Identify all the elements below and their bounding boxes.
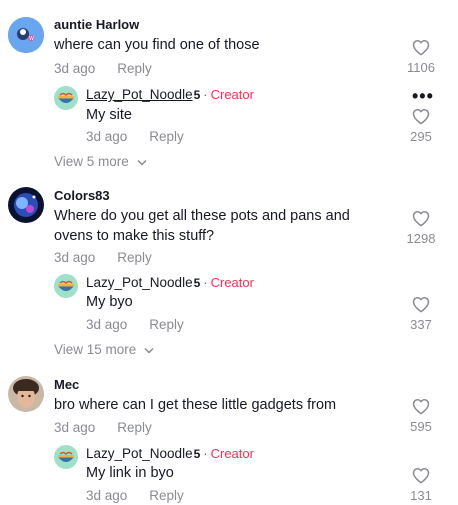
svg-text:W: W: [29, 36, 34, 42]
comment-username[interactable]: auntie Harlow: [54, 17, 139, 32]
view-more-replies[interactable]: View 15 more: [54, 342, 154, 357]
reply-time: 3d ago: [86, 488, 128, 503]
chevron-down-icon: [137, 159, 147, 166]
comment-text: bro where can I get these little gadgets…: [54, 395, 336, 415]
reply-username-text[interactable]: Lazy_Pot_Noodle: [86, 87, 193, 102]
reply-text: My site: [86, 107, 132, 123]
comment-username[interactable]: Mec: [54, 377, 79, 392]
reply-avatar[interactable]: [54, 445, 78, 469]
like-button[interactable]: 295: [401, 108, 441, 144]
like-count: 131: [410, 488, 432, 503]
reply-button[interactable]: Reply: [117, 61, 152, 76]
view-more-label: View 15 more: [54, 342, 137, 357]
comment-text-line: bro where can I get these little gadgets…: [54, 397, 337, 413]
view-more-label: View 5 more: [54, 154, 129, 169]
like-count: 1298: [406, 231, 436, 246]
avatar-image: W: [8, 17, 44, 53]
reply-button[interactable]: Reply: [117, 250, 152, 265]
creator-label: Creator: [210, 275, 254, 290]
comment-time: 3d ago: [54, 420, 96, 435]
avatar-image: [8, 376, 44, 412]
badge-icon: 5: [193, 447, 201, 461]
comment-username[interactable]: Colors83: [54, 188, 110, 203]
avatar[interactable]: [8, 376, 44, 412]
like-button[interactable]: 1106: [401, 39, 441, 75]
reply-text: My link in byo: [86, 465, 174, 481]
comment-text: where can you find one of those: [54, 35, 260, 55]
like-button[interactable]: 595: [401, 398, 441, 434]
comment-text-line: where can you find one of those: [54, 37, 260, 53]
comment-time: 3d ago: [54, 250, 96, 265]
reply-avatar[interactable]: [54, 274, 78, 298]
reply-username-text[interactable]: Lazy_Pot_Noodle: [86, 275, 193, 290]
like-count: 337: [410, 317, 432, 332]
reply-username-text[interactable]: Lazy_Pot_Noodle: [86, 446, 193, 461]
comment-text-line: ovens to make this stuff?: [54, 228, 215, 244]
separator-dot: ·: [203, 87, 208, 102]
more-horizontal-icon[interactable]: •••: [412, 87, 434, 105]
like-button[interactable]: 337: [401, 296, 441, 332]
reply-button[interactable]: Reply: [149, 488, 184, 503]
reply-meta: 3d ago Reply: [86, 129, 184, 144]
creator-label: Creator: [210, 87, 254, 102]
reply-username[interactable]: Lazy_Pot_Noodle5 · Creator: [86, 87, 254, 102]
reply-avatar[interactable]: [54, 86, 78, 110]
comment-meta: 3d ago Reply: [54, 420, 152, 435]
view-more-replies[interactable]: View 5 more: [54, 154, 147, 169]
creator-label: Creator: [210, 446, 254, 461]
heart-outline-icon: [412, 211, 430, 227]
separator-dot: ·: [203, 446, 208, 461]
avatar-image: [8, 187, 44, 223]
heart-outline-icon: [412, 40, 430, 56]
reply-button[interactable]: Reply: [117, 420, 152, 435]
like-count: 595: [410, 419, 432, 434]
reply-time: 3d ago: [86, 129, 128, 144]
reply-username[interactable]: Lazy_Pot_Noodle5 · Creator: [86, 275, 254, 290]
like-count: 1106: [407, 60, 435, 75]
comment-time: 3d ago: [54, 61, 96, 76]
separator-dot: ·: [203, 275, 208, 290]
heart-outline-icon: [412, 399, 430, 415]
heart-outline-icon: [412, 468, 430, 484]
reply-username[interactable]: Lazy_Pot_Noodle5 · Creator: [86, 446, 254, 461]
like-count: 295: [410, 129, 432, 144]
chevron-down-icon: [144, 347, 154, 354]
like-button[interactable]: 1298: [401, 210, 441, 246]
bowl-avatar-image: [54, 445, 78, 469]
like-button[interactable]: 131: [401, 467, 441, 503]
badge-icon: 5: [193, 276, 201, 290]
heart-outline-icon: [412, 109, 430, 125]
reply-meta: 3d ago Reply: [86, 317, 184, 332]
reply-button[interactable]: Reply: [149, 129, 184, 144]
avatar[interactable]: [8, 187, 44, 223]
bowl-avatar-image: [54, 86, 78, 110]
avatar[interactable]: W: [8, 17, 44, 53]
reply-button[interactable]: Reply: [149, 317, 184, 332]
reply-time: 3d ago: [86, 317, 128, 332]
comment-text: Where do you get all these pots and pans…: [54, 206, 350, 246]
comment-meta: 3d ago Reply: [54, 250, 152, 265]
heart-outline-icon: [412, 297, 430, 313]
bowl-avatar-image: [54, 274, 78, 298]
comment-text-line: Where do you get all these pots and pans…: [54, 208, 350, 224]
comment-meta: 3d ago Reply: [54, 61, 152, 76]
reply-meta: 3d ago Reply: [86, 488, 184, 503]
badge-icon: 5: [193, 88, 201, 102]
reply-text: My byo: [86, 294, 133, 310]
